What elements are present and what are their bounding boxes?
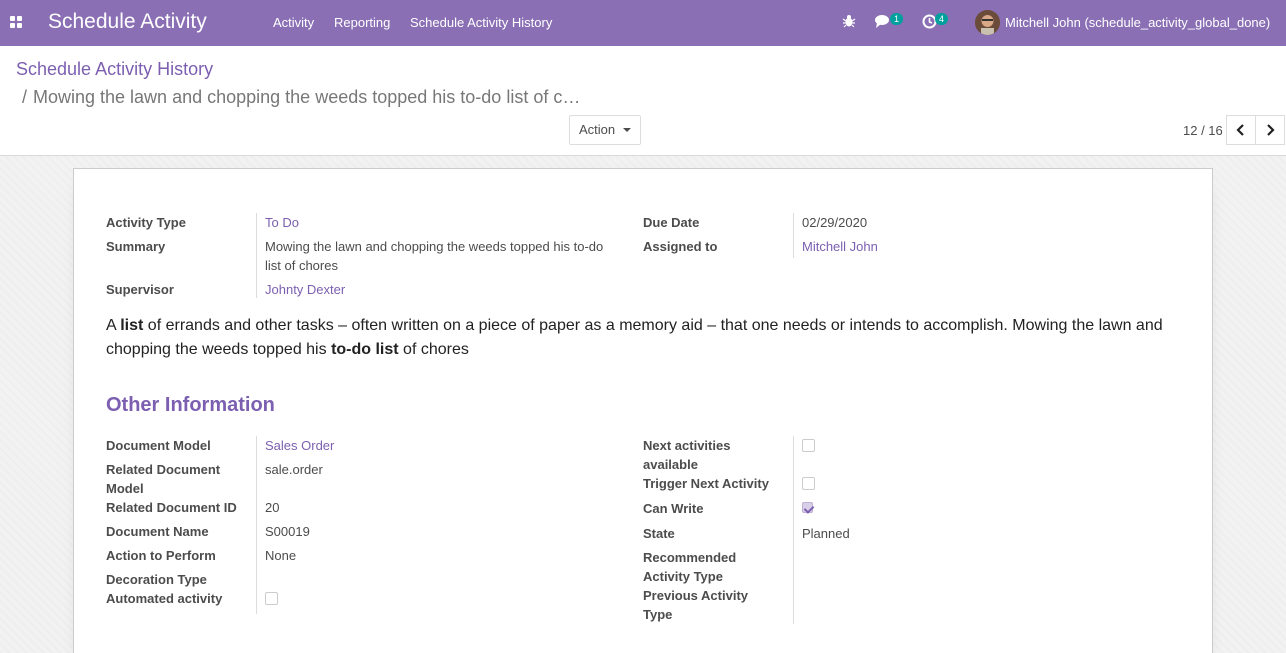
top-navbar: Schedule Activity Activity Reporting Sch… [0, 0, 1286, 46]
due-date-value: 02/29/2020 [802, 215, 868, 230]
recommended-type-label-line1: Recommended [643, 550, 737, 565]
field-divider [793, 436, 794, 624]
note-bold-text: to-do list [331, 341, 399, 358]
can-write-checkbox[interactable] [802, 502, 813, 513]
state-label: State [643, 526, 675, 541]
can-write-label: Can Write [643, 501, 704, 516]
action-dropdown-button[interactable]: Action [569, 115, 641, 145]
activities-badge: 4 [935, 13, 948, 25]
previous-type-label-line1: Previous Activity [643, 588, 749, 603]
summary-value-line1: Mowing the lawn and chopping the weeds t… [265, 239, 604, 254]
action-to-perform-label: Action to Perform [106, 548, 216, 563]
activity-type-label: Activity Type [106, 215, 186, 230]
messages-icon[interactable] [875, 14, 891, 30]
menu-reporting[interactable]: Reporting [334, 15, 390, 30]
breadcrumb-separator: / [22, 87, 28, 107]
action-button-label: Action [579, 122, 616, 137]
chevron-left-icon [1236, 124, 1244, 136]
note-text: A [106, 317, 121, 334]
state-value: Planned [802, 526, 850, 541]
related-model-value: sale.order [265, 462, 323, 477]
next-activities-checkbox[interactable] [802, 439, 815, 452]
caret-down-icon [623, 128, 631, 132]
other-information-title: Other Information [106, 394, 275, 416]
pager-value[interactable]: 12 / 16 [1183, 123, 1223, 138]
next-activities-label-line2: available [643, 457, 698, 472]
related-model-label-line1: Related Document [106, 462, 221, 477]
document-model-link[interactable]: Sales Order [265, 436, 334, 455]
note-text: of chores [398, 341, 469, 358]
automated-activity-checkbox[interactable] [265, 592, 278, 605]
breadcrumb-current: Mowing the lawn and chopping the weeds t… [33, 87, 581, 107]
previous-type-label-line2: Type [643, 607, 673, 622]
breadcrumb-root-link[interactable]: Schedule Activity History [16, 59, 213, 80]
field-divider [793, 213, 794, 258]
assigned-to-link[interactable]: Mitchell John [802, 237, 878, 256]
menu-schedule-activity-history[interactable]: Schedule Activity History [410, 15, 552, 30]
user-avatar[interactable] [975, 10, 1000, 35]
pager-next-button[interactable] [1255, 115, 1285, 145]
automated-activity-label: Automated activity [106, 591, 223, 606]
next-activities-label-line1: Next activities [643, 438, 731, 453]
note-bold-text: list [120, 317, 144, 334]
action-to-perform-value: None [265, 548, 297, 563]
assigned-to-label: Assigned to [643, 239, 718, 254]
app-title: Schedule Activity [48, 10, 207, 33]
recommended-type-label-line2: Activity Type [643, 569, 723, 584]
supervisor-label: Supervisor [106, 282, 174, 297]
due-date-label: Due Date [643, 215, 700, 230]
related-model-label-line2: Model [106, 481, 144, 496]
related-id-value: 20 [265, 500, 280, 515]
summary-label: Summary [106, 239, 166, 254]
chevron-right-icon [1267, 124, 1275, 136]
messages-badge: 1 [890, 13, 903, 25]
menu-activity[interactable]: Activity [273, 15, 314, 30]
activity-note: A list of errands and other tasks – ofte… [106, 314, 1186, 362]
bug-icon[interactable] [842, 14, 858, 30]
field-divider [256, 213, 257, 298]
supervisor-link[interactable]: Johnty Dexter [265, 280, 345, 299]
apps-menu-icon[interactable] [10, 16, 23, 29]
user-menu[interactable]: Mitchell John (schedule_activity_global_… [1005, 15, 1270, 30]
related-id-label: Related Document ID [106, 500, 237, 515]
trigger-next-activity-label: Trigger Next Activity [643, 476, 769, 491]
note-text: of errands and other tasks – often writt… [106, 317, 1163, 358]
document-name-label: Document Name [106, 524, 209, 539]
field-divider [256, 436, 257, 614]
pager-previous-button[interactable] [1226, 115, 1256, 145]
document-name-value: S00019 [265, 524, 310, 539]
summary-value-line2: list of chores [265, 258, 338, 273]
activity-type-link[interactable]: To Do [265, 213, 299, 232]
document-model-label: Document Model [106, 438, 211, 453]
decoration-type-label: Decoration Type [106, 572, 207, 587]
trigger-next-activity-checkbox[interactable] [802, 477, 815, 490]
